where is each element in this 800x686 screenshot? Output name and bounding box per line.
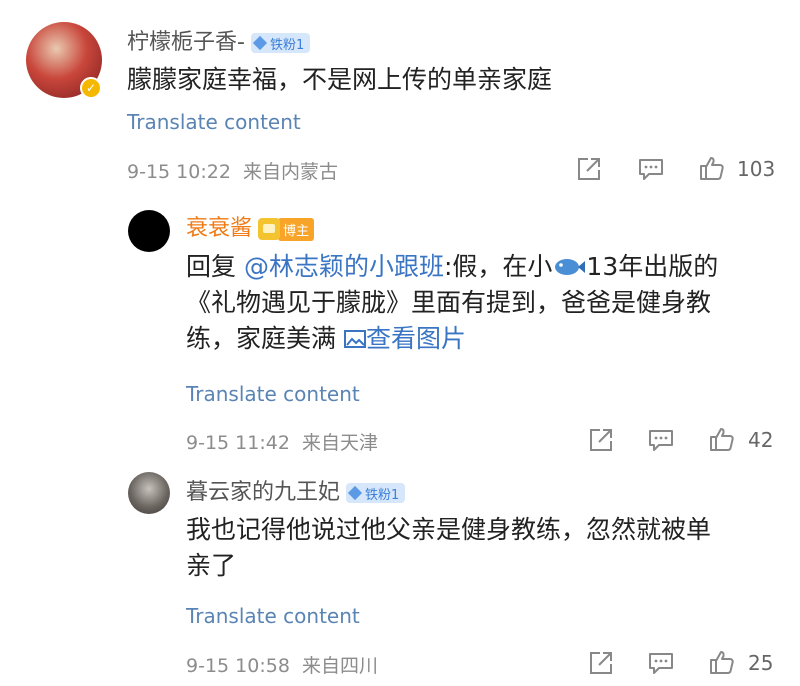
- thumbs-up-icon[interactable]: [698, 154, 726, 182]
- reply-text-line: 我也记得他说过他父亲是健身教练，忽然就被单: [186, 515, 712, 544]
- fan-badge[interactable]: 铁粉1: [250, 33, 311, 53]
- view-image-link[interactable]: 查看图片: [343, 324, 466, 353]
- comment-text: 朦朦家庭幸福，不是网上传的单亲家庭: [127, 65, 553, 94]
- reply-text-line: 《礼物遇见于朦胧》里面有提到，爸爸是健身教: [186, 288, 712, 317]
- avatar[interactable]: [128, 472, 170, 514]
- translate-link[interactable]: Translate content: [186, 382, 360, 406]
- share-icon[interactable]: [587, 649, 615, 677]
- like-count: 25: [748, 651, 774, 675]
- fan-badge-label: 铁粉1: [365, 487, 400, 503]
- reply-text-line: 回复 @林志颖的小跟班:假，在小 13年出版的: [186, 249, 776, 285]
- comment-icon[interactable]: [637, 155, 665, 183]
- translate-link[interactable]: Translate content: [186, 604, 360, 628]
- reply-text-line: 亲了: [186, 551, 237, 580]
- translate-link[interactable]: Translate content: [127, 110, 301, 134]
- blogger-badge-label: 博主: [278, 217, 315, 241]
- timestamp: 9-15 11:42: [186, 432, 290, 454]
- share-icon[interactable]: [587, 426, 615, 454]
- username[interactable]: 衰衰酱: [186, 216, 252, 241]
- mention-link[interactable]: @林志颖的小跟班: [244, 252, 444, 281]
- fish-emoji-icon: [555, 259, 586, 275]
- reply-prefix: 回复: [186, 252, 237, 281]
- image-icon: [343, 330, 366, 348]
- reply-text-part: 13年出版的: [586, 252, 719, 281]
- comment-icon[interactable]: [647, 426, 675, 454]
- fan-badge-label: 铁粉1: [269, 37, 305, 53]
- verified-icon: ✓: [80, 77, 102, 99]
- location: 来自天津: [302, 432, 379, 454]
- thumbs-up-icon[interactable]: [708, 425, 736, 453]
- comment-username-row: 柠檬栀子香- 铁粉1: [127, 24, 311, 56]
- fan-badge[interactable]: 铁粉1: [346, 483, 406, 503]
- timestamp: 9-15 10:22: [127, 161, 231, 183]
- timestamp: 9-15 10:58: [186, 655, 290, 677]
- thumbs-up-icon[interactable]: [708, 648, 736, 676]
- comment-icon[interactable]: [647, 649, 675, 677]
- reply-text: 回复 @林志颖的小跟班:假，在小 13年出版的 《礼物遇见于朦胧》里面有提到，爸爸…: [186, 249, 776, 357]
- location: 来自内蒙古: [243, 161, 339, 183]
- diamond-icon: [252, 35, 268, 51]
- reply-text-part: 练，家庭美满: [186, 324, 337, 353]
- username[interactable]: 暮云家的九王妃: [186, 480, 340, 505]
- like-count: 42: [748, 428, 774, 452]
- reply-text-part: :假，在小: [443, 252, 553, 281]
- like-count: 103: [737, 157, 776, 181]
- username[interactable]: 柠檬栀子香-: [127, 30, 245, 55]
- reply-text-line: 练，家庭美满 查看图片: [186, 321, 776, 357]
- comment-meta: 9-15 10:22 来自内蒙古: [127, 157, 338, 184]
- crown-icon: [258, 218, 281, 240]
- share-icon[interactable]: [575, 155, 603, 183]
- reply-username-row: 暮云家的九王妃 铁粉1: [186, 474, 406, 506]
- reply-text: 我也记得他说过他父亲是健身教练，忽然就被单 亲了: [186, 512, 776, 584]
- view-image-label: 查看图片: [365, 324, 466, 353]
- reply-meta: 9-15 10:58 来自四川: [186, 651, 378, 678]
- avatar[interactable]: [128, 210, 170, 252]
- diamond-icon: [347, 485, 363, 501]
- blogger-badge[interactable]: 博主: [258, 217, 315, 241]
- reply-meta: 9-15 11:42 来自天津: [186, 428, 378, 455]
- location: 来自四川: [302, 655, 379, 677]
- reply-username-row: 衰衰酱 博主: [186, 210, 315, 242]
